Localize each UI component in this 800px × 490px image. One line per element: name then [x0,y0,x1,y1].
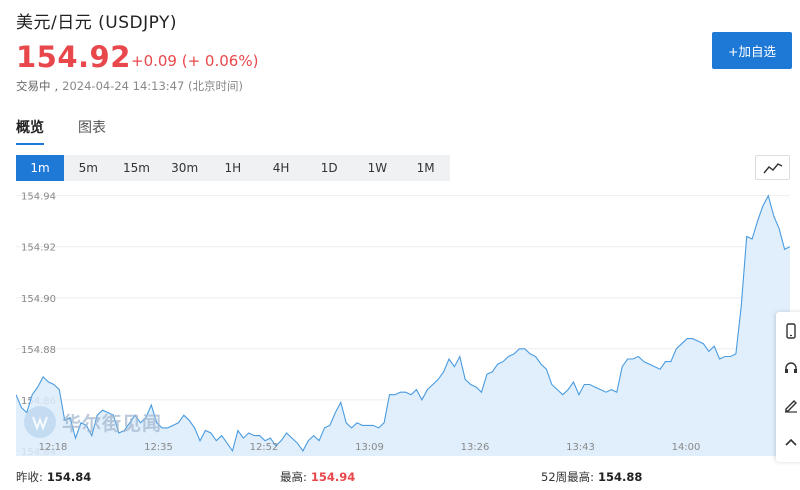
stat-52week-high: 52周最高: 154.88 [541,469,642,485]
chart-type-toggle[interactable] [755,155,790,180]
interval-1d[interactable]: 1D [305,155,353,181]
page-title: 美元/日元 (USDJPY) [16,13,177,33]
status-timestamp: 2024-04-24 14:13:47 [62,79,185,93]
stat-high: 最高: 154.94 [280,469,355,485]
stat-prev-close-value: 154.84 [46,470,92,484]
watermark-text: 华尔街见闻 [62,412,163,435]
stat-52week-high-value: 154.88 [598,470,643,484]
x-tick-label: 12:35 [144,442,173,453]
interval-1w[interactable]: 1W [353,155,401,181]
x-tick-label: 13:43 [566,442,595,453]
side-tool-mobile[interactable] [776,312,800,349]
stat-high-label: 最高: [280,470,307,484]
interval-15m[interactable]: 15m [112,155,160,181]
x-tick-label: 13:09 [355,442,384,453]
stat-high-value: 154.94 [310,470,356,484]
x-tick-label: 14:00 [672,442,701,453]
headset-icon [785,361,797,373]
current-price: 154.92 [16,40,131,74]
stat-prev-close: 昨收: 154.84 [16,469,91,485]
interval-1h[interactable]: 1H [209,155,257,181]
y-tick-label: 154.90 [21,294,56,305]
tab-chart[interactable]: 图表 [78,117,106,145]
interval-5m[interactable]: 5m [64,155,112,181]
y-tick-label: 154.88 [21,345,56,356]
line-chart-icon [762,162,782,173]
side-tool-support[interactable] [776,349,800,386]
tab-overview[interactable]: 概览 [16,117,44,145]
stat-prev-close-label: 昨收: [16,470,43,484]
interval-selector: 1m 5m 15m 30m 1H 4H 1D 1W 1M [16,155,450,181]
y-tick-label: 154.92 [21,243,56,254]
interval-1mo[interactable]: 1M [402,155,450,181]
watermark-logo-icon [24,406,56,438]
mobile-icon [786,322,796,339]
add-to-watchlist-button[interactable]: +加自选 [712,32,792,69]
price-change: +0.09 (+ 0.06%) [131,52,259,70]
x-tick-label: 12:18 [39,442,68,453]
x-tick-label: 13:26 [461,442,490,453]
interval-30m[interactable]: 30m [161,155,209,181]
status-timezone: (北京时间) [187,79,243,93]
status-label: 交易中 [16,79,51,93]
interval-1m[interactable]: 1m [16,155,65,181]
side-tool-back-to-top[interactable] [776,423,800,460]
trading-status: 交易中, 2024-04-24 14:13:47 (北京时间) [16,79,243,93]
y-tick-label: 154.94 [21,192,56,203]
watermark: 华尔街见闻 [24,406,162,438]
chevron-up-icon [785,438,797,446]
stat-52week-high-label: 52周最高: [541,470,595,484]
edit-icon [785,399,797,413]
side-toolbar [776,312,800,462]
interval-4h[interactable]: 4H [257,155,305,181]
main-tabs: 概览 图表 [16,117,106,145]
side-tool-feedback[interactable] [776,386,800,423]
x-tick-label: 12:52 [250,442,279,453]
